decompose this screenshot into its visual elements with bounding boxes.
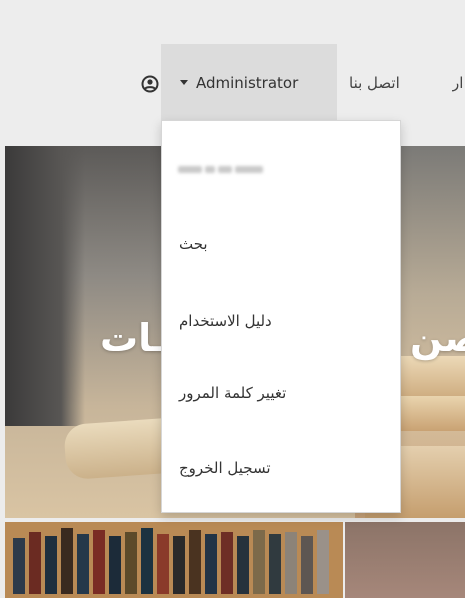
book-spine [77,534,89,594]
caret-down-icon [180,80,188,85]
book-spine [189,530,201,594]
book-spine [109,536,121,594]
page: ار اتصل بنا Administrator ـات صن [0,0,465,598]
blurred-text [178,166,263,173]
dropdown-item-change-password[interactable]: تغيير كلمة المرور [162,373,400,413]
user-circle-icon[interactable] [141,75,159,93]
book-spine [269,534,281,594]
book-spine [173,536,185,594]
book-spine [301,536,313,594]
book-spine [317,530,329,594]
hero-person-silhouette [5,146,85,426]
book-spine [13,538,25,594]
dropdown-item-user-guide[interactable]: دليل الاستخدام [162,301,400,341]
book-spine [157,534,169,594]
bookshelf-image [5,522,343,598]
user-menu-toggle[interactable]: Administrator [180,72,298,94]
book-spine [93,530,105,594]
nav-link-contact[interactable]: اتصل بنا [349,72,400,94]
book-spine [253,530,265,594]
book-spine [125,532,137,594]
book-spine [205,534,217,594]
bookshelf-image-right [345,522,465,598]
book-spine [285,532,297,594]
book-spine [29,532,41,594]
book-spine [237,536,249,594]
user-dropdown-menu: بحث دليل الاستخدام تغيير كلمة المرور تسج… [161,120,401,513]
nav-link-truncated[interactable]: ار [452,72,465,94]
dropdown-item-logout[interactable]: تسجيل الخروج [162,448,400,488]
dropdown-item-search[interactable]: بحث [162,224,400,264]
hero-title-fragment-left: ـات [100,316,166,360]
hero-title-fragment-right: صن [410,316,465,360]
book-spine [141,528,153,594]
book-spine [221,532,233,594]
book-spine [61,528,73,594]
book-spine [45,536,57,594]
user-menu-label: Administrator [196,74,299,92]
